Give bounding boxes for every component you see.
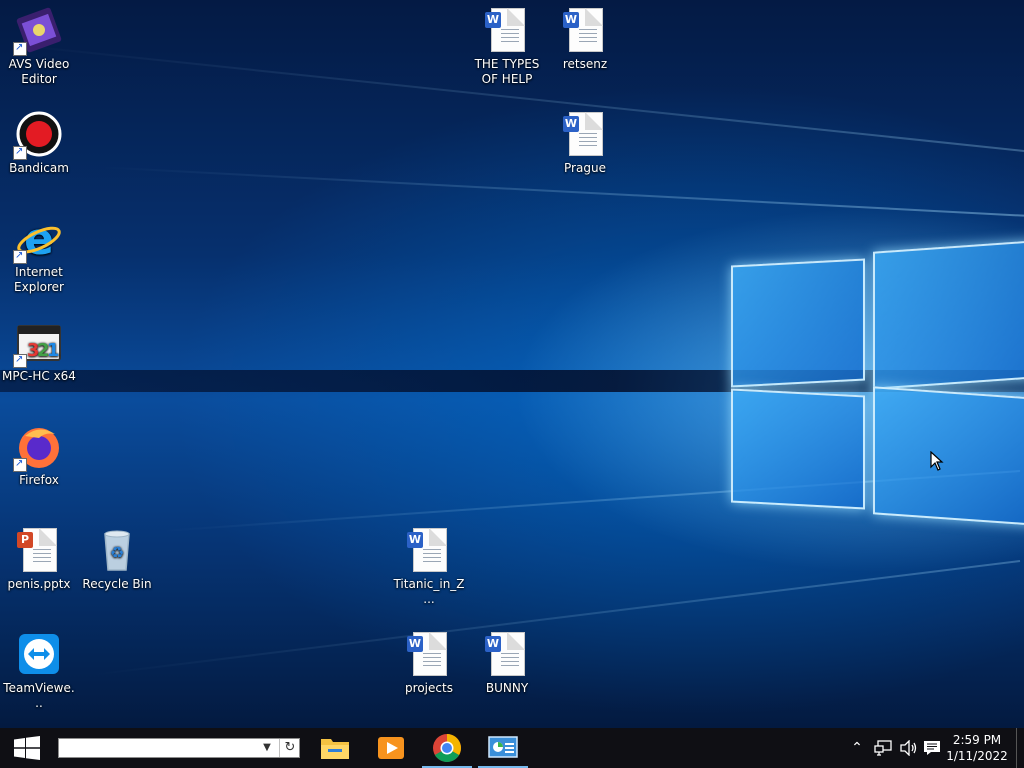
volume-icon [900, 740, 917, 756]
chrome-icon [433, 734, 461, 762]
document-lines [579, 133, 597, 147]
word-badge-icon: W [485, 12, 501, 28]
mouse-cursor-icon [930, 451, 944, 471]
tray-volume[interactable] [898, 728, 920, 768]
desktop-icon-label: BUNNY [485, 681, 529, 695]
desktop-icon-label: Bandicam [9, 161, 69, 175]
desktop-icon-internet-explorer[interactable]: e Internet Explorer [0, 208, 78, 295]
shortcut-arrow-icon [13, 248, 27, 264]
document-lines [501, 653, 519, 667]
taskbar-control-panel[interactable] [476, 728, 530, 768]
wallpaper-logo-pane [731, 388, 865, 510]
powerpoint-file-icon: P [15, 526, 63, 574]
clock-time: 2:59 PM [952, 733, 1002, 747]
desktop-icon-bandicam[interactable]: Bandicam [0, 104, 78, 176]
search-input[interactable] [61, 740, 251, 756]
desktop-icon-teamviewer[interactable]: TeamViewe... [0, 624, 78, 711]
wallpaper-logo-pane [731, 258, 865, 388]
desktop-icon-label: Recycle Bin [82, 577, 152, 591]
wallpaper-logo-pane [873, 386, 1024, 526]
word-badge-icon: W [485, 636, 501, 652]
document-lines [501, 29, 519, 43]
desktop-icon-penis-pptx[interactable]: P penis.pptx [0, 520, 78, 592]
shortcut-arrow-icon [13, 40, 27, 56]
shortcut-arrow-icon [13, 144, 27, 160]
word-badge-icon: W [563, 116, 579, 132]
taskbar: ▼ ↻ ⌃ 2:59 PM 1/11/2022 [0, 728, 1024, 768]
media-player-icon: 3 2 1 [13, 318, 63, 368]
desktop-icon-mpc-hc[interactable]: 3 2 1 MPC-HC x64 [0, 312, 78, 384]
recycle-bin-icon: ♻ [93, 526, 141, 574]
desktop-icon-label: AVS Video Editor [8, 57, 70, 86]
chevron-down-icon[interactable]: ▼ [259, 740, 275, 756]
teamviewer-icon [15, 630, 63, 678]
wallpaper-logo-pane [873, 240, 1024, 390]
desktop-icon-retsenz[interactable]: W retsenz [546, 0, 624, 72]
desktop-icon-label: THE TYPES OF HELP [474, 57, 540, 86]
folder-icon [321, 739, 349, 759]
tray-network[interactable] [872, 728, 894, 768]
word-file-icon: W [405, 630, 453, 678]
control-panel-icon [488, 736, 518, 758]
windows-logo-icon [14, 736, 40, 760]
taskbar-search-box[interactable]: ▼ ↻ [58, 738, 300, 758]
word-badge-icon: W [563, 12, 579, 28]
desktop-icon-label: MPC-HC x64 [2, 369, 76, 383]
clock-date: 1/11/2022 [946, 749, 1008, 763]
word-file-icon: W [561, 6, 609, 54]
record-icon [13, 110, 63, 160]
taskbar-file-explorer[interactable] [308, 728, 362, 768]
word-badge-icon: W [407, 636, 423, 652]
taskbar-clock[interactable]: 2:59 PM 1/11/2022 [944, 732, 1010, 764]
play-icon [378, 737, 404, 759]
document-lines [423, 549, 441, 563]
word-file-icon: W [405, 526, 453, 574]
word-badge-icon: W [407, 532, 423, 548]
shortcut-arrow-icon [13, 456, 27, 472]
wallpaper-beam [86, 560, 1021, 677]
desktop-icon-label: Firefox [19, 473, 59, 487]
powerpoint-badge-icon: P [17, 532, 33, 548]
desktop-icon-firefox[interactable]: Firefox [0, 416, 78, 488]
desktop-icon-label: Prague [564, 161, 606, 175]
desktop-icon-label: retsenz [562, 57, 608, 71]
desktop-icon-label: Titanic_in_Z... [393, 577, 465, 606]
internet-explorer-icon: e [13, 214, 63, 265]
refresh-icon[interactable]: ↻ [279, 739, 300, 757]
desktop-icon-prague[interactable]: W Prague [546, 104, 624, 176]
tray-show-hidden-icons[interactable]: ⌃ [848, 728, 866, 768]
desktop-icon-recycle-bin[interactable]: ♻ Recycle Bin [78, 520, 156, 592]
document-lines [579, 29, 597, 43]
firefox-icon [13, 422, 63, 472]
taskbar-chrome[interactable] [420, 728, 474, 768]
desktop-icon-label: projects [405, 681, 453, 695]
show-desktop-button[interactable] [1016, 728, 1024, 768]
desktop-icon-titanic[interactable]: W Titanic_in_Z... [390, 520, 468, 607]
start-button[interactable] [0, 728, 54, 768]
word-file-icon: W [483, 6, 531, 54]
desktop-icon-the-types-of-help[interactable]: W THE TYPES OF HELP [468, 0, 546, 87]
chevron-up-icon: ⌃ [851, 740, 863, 756]
film-icon [13, 6, 63, 56]
document-lines [423, 653, 441, 667]
notification-icon [924, 741, 940, 755]
word-file-icon: W [561, 110, 609, 158]
desktop-icon-bunny[interactable]: W BUNNY [468, 624, 546, 696]
desktop-icon-projects[interactable]: W projects [390, 624, 468, 696]
wallpaper-shadow-band [0, 370, 1024, 392]
shortcut-arrow-icon [13, 352, 27, 368]
tray-action-center[interactable] [920, 728, 944, 768]
desktop-icon-label: penis.pptx [7, 577, 71, 591]
desktop[interactable]: AVS Video Editor Bandicam e Internet Exp… [0, 0, 1024, 728]
svg-text:♻: ♻ [110, 543, 124, 562]
word-file-icon: W [483, 630, 531, 678]
document-lines [33, 549, 51, 563]
desktop-icon-label: Internet Explorer [14, 265, 64, 294]
svg-text:1: 1 [47, 340, 60, 361]
network-icon [874, 740, 892, 756]
desktop-icon-avs-video-editor[interactable]: AVS Video Editor [0, 0, 78, 87]
taskbar-media-player[interactable] [364, 728, 418, 768]
desktop-icon-label: TeamViewe... [3, 681, 75, 710]
